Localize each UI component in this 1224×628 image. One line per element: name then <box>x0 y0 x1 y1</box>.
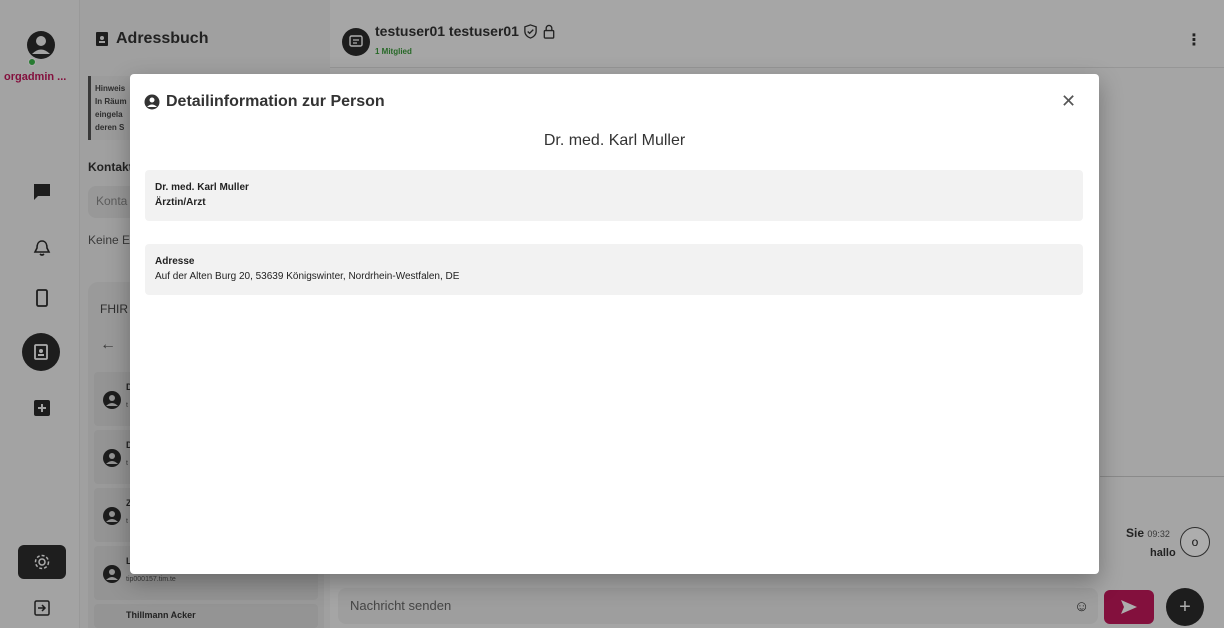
address-card: Adresse Auf der Alten Burg 20, 53639 Kön… <box>145 244 1083 295</box>
person-name-heading: Dr. med. Karl Muller <box>543 132 686 149</box>
app: orgadmin ... Adressbuch Hinweis In Räum … <box>0 0 1224 628</box>
address-value: Auf der Alten Burg 20, 53639 Königswinte… <box>155 271 460 282</box>
person-card-role: Ärztin/Arzt <box>155 197 206 208</box>
address-label: Adresse <box>155 256 195 267</box>
person-card: Dr. med. Karl Muller Ärztin/Arzt <box>145 170 1083 221</box>
close-icon[interactable]: ✕ <box>1061 92 1076 110</box>
person-detail-dialog: Detailinformation zur Person ✕ Dr. med. … <box>130 74 1099 574</box>
dialog-title-text: Detailinformation zur Person <box>166 93 385 110</box>
person-card-name: Dr. med. Karl Muller <box>155 182 249 193</box>
dialog-title: Detailinformation zur Person <box>144 93 385 111</box>
account-circle-icon <box>144 94 160 110</box>
